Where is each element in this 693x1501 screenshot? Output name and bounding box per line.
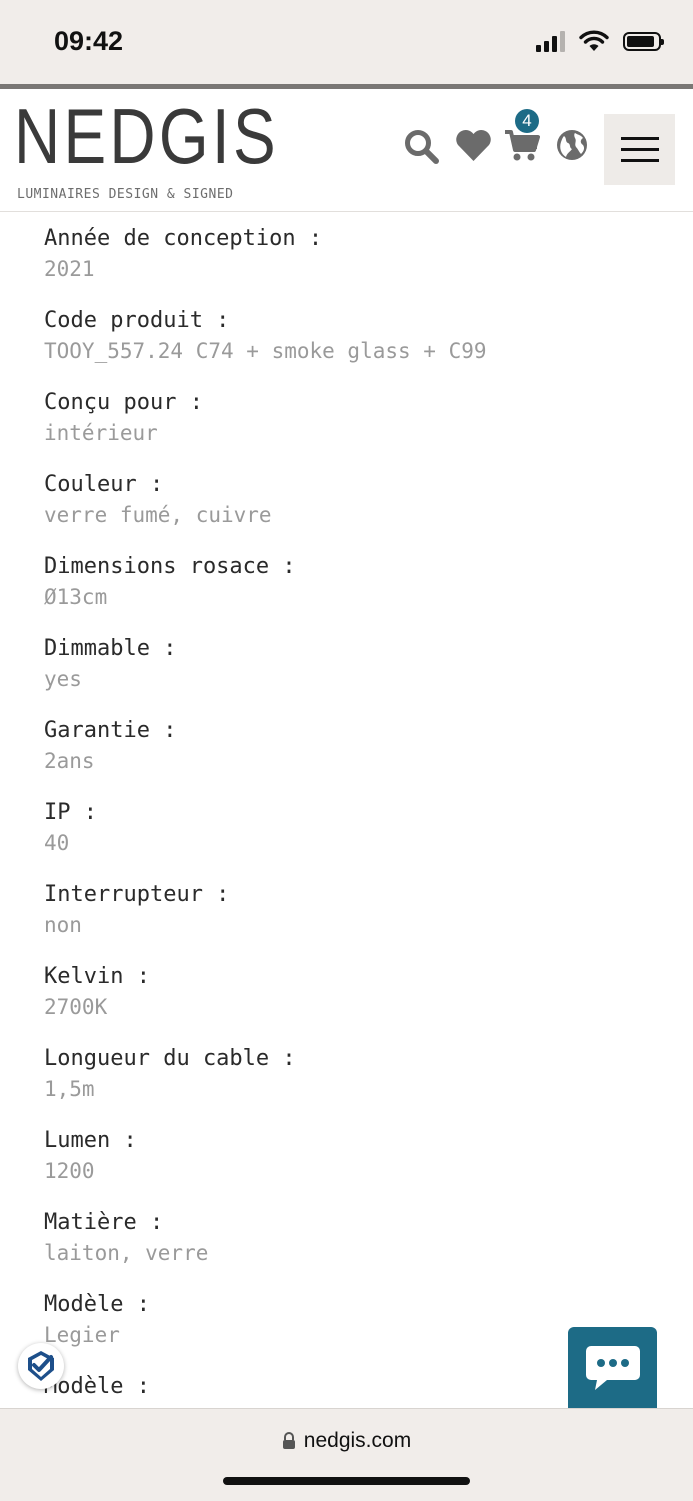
spec-label: Couleur : — [44, 472, 164, 497]
spec-value: Legier — [44, 1323, 120, 1347]
product-specs-list: Année de conception : 2021 Code produit :… — [44, 224, 644, 1454]
lock-icon — [282, 1432, 295, 1449]
spec-value: laiton, verre — [44, 1241, 209, 1265]
spec-value: yes — [44, 667, 82, 691]
spec-label: Longueur du cable : — [44, 1046, 296, 1071]
spec-item: Garantie : 2ans — [44, 716, 644, 798]
spec-value: verre fumé, cuivre — [44, 503, 272, 527]
chat-bubble-icon — [585, 1346, 640, 1390]
battery-icon — [623, 31, 664, 51]
spec-label: Année de conception : — [44, 226, 323, 251]
spec-item: Matière : laiton, verre — [44, 1208, 644, 1290]
menu-icon-bar — [620, 148, 659, 151]
site-tagline: LUMINAIRES DESIGN & SIGNED — [17, 187, 234, 202]
spec-label: Dimensions rosace : — [44, 554, 296, 579]
globe-icon[interactable] — [556, 129, 588, 161]
spec-value: 2021 — [44, 257, 95, 281]
spec-label: IP : — [44, 800, 97, 825]
url-text: nedgis.com — [303, 1429, 412, 1452]
spec-value: 1200 — [44, 1159, 95, 1183]
spec-label: Modèle : — [44, 1292, 150, 1317]
spec-value: TOOY_557.24 C74 + smoke glass + C99 — [44, 339, 487, 363]
spec-item: Dimensions rosace : Ø13cm — [44, 552, 644, 634]
heart-icon[interactable] — [455, 129, 492, 162]
spec-label: Matière : — [44, 1210, 164, 1235]
browser-bottom-bar: nedgis.com — [0, 1408, 693, 1501]
spec-label: Kelvin : — [44, 964, 150, 989]
spec-value: Ø13cm — [44, 585, 108, 609]
menu-icon — [620, 137, 659, 140]
status-icons — [536, 30, 664, 52]
spec-item: Kelvin : 2700K — [44, 962, 644, 1044]
menu-button[interactable] — [604, 114, 675, 185]
spec-label: Garantie : — [44, 718, 177, 743]
spec-value: 1,5m — [44, 1077, 95, 1101]
spec-value: 2700K — [44, 995, 108, 1019]
spec-label: Interrupteur : — [44, 882, 230, 907]
address-bar[interactable]: nedgis.com — [0, 1429, 693, 1453]
status-time: 09:42 — [54, 26, 124, 56]
spec-item: Interrupteur : non — [44, 880, 644, 962]
search-icon[interactable] — [404, 129, 440, 165]
spec-value: 40 — [44, 831, 70, 855]
spec-item: Dimmable : yes — [44, 634, 644, 716]
chat-button[interactable] — [568, 1327, 657, 1409]
spec-value: intérieur — [44, 421, 158, 445]
spec-item: Conçu pour : intérieur — [44, 388, 644, 470]
spec-item: Longueur du cable : 1,5m — [44, 1044, 644, 1126]
spec-item: Couleur : verre fumé, cuivre — [44, 470, 644, 552]
menu-icon-bar — [620, 159, 659, 162]
spec-item: Code produit : TOOY_557.24 C74 + smoke gl… — [44, 306, 644, 388]
home-indicator — [223, 1477, 470, 1485]
spec-item: Modèle : Legier — [44, 1290, 644, 1372]
status-bar: 09:42 — [0, 0, 693, 84]
cart-count-badge: 4 — [515, 109, 539, 133]
spec-value: non — [44, 913, 82, 937]
trust-badge[interactable] — [18, 1343, 64, 1389]
site-logo[interactable]: NEDGIS — [14, 97, 279, 175]
spec-label: Dimmable : — [44, 636, 177, 661]
spec-value: 2ans — [44, 749, 95, 773]
cart-icon[interactable] — [504, 129, 540, 161]
spec-label: Conçu pour : — [44, 390, 203, 415]
spec-label: Code produit : — [44, 308, 230, 333]
spec-item: IP : 40 — [44, 798, 644, 880]
spec-label: Lumen : — [44, 1128, 137, 1153]
verified-shield-icon — [28, 1351, 54, 1381]
spec-item: Lumen : 1200 — [44, 1126, 644, 1208]
spec-item: Année de conception : 2021 — [44, 224, 644, 306]
spec-label: Modèle : — [44, 1374, 150, 1399]
wifi-icon — [579, 30, 609, 51]
site-header: NEDGIS LUMINAIRES DESIGN & SIGNED 4 — [0, 89, 693, 212]
cellular-signal-icon — [536, 30, 565, 52]
